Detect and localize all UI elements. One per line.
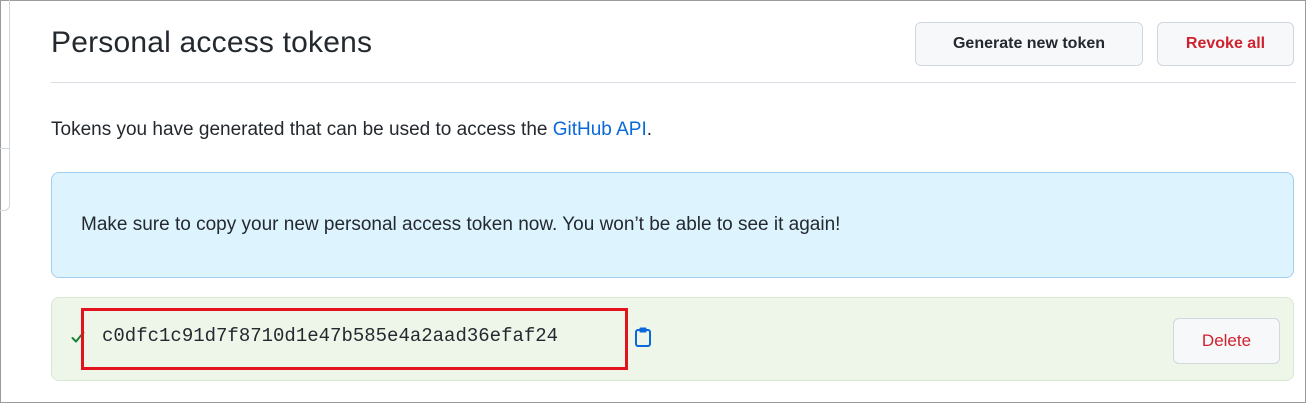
page-header: Personal access tokens Generate new toke… xyxy=(51,0,1296,83)
token-highlight-box xyxy=(81,308,628,370)
github-api-link[interactable]: GitHub API xyxy=(553,119,647,140)
left-sidebar-edge xyxy=(0,0,10,211)
clipboard-icon[interactable] xyxy=(634,326,652,348)
sidebar-divider xyxy=(0,148,9,149)
intro-text: Tokens you have generated that can be us… xyxy=(51,119,652,141)
revoke-all-button[interactable]: Revoke all xyxy=(1157,22,1294,66)
page-title: Personal access tokens xyxy=(51,26,373,59)
copy-token-notice: Make sure to copy your new personal acce… xyxy=(51,172,1294,278)
delete-token-button[interactable]: Delete xyxy=(1173,318,1280,364)
intro-text-after: . xyxy=(646,119,653,140)
intro-text-before: Tokens you have generated that can be us… xyxy=(51,119,553,140)
notice-message: Make sure to copy your new personal acce… xyxy=(81,214,841,235)
generate-new-token-button[interactable]: Generate new token xyxy=(915,22,1143,66)
